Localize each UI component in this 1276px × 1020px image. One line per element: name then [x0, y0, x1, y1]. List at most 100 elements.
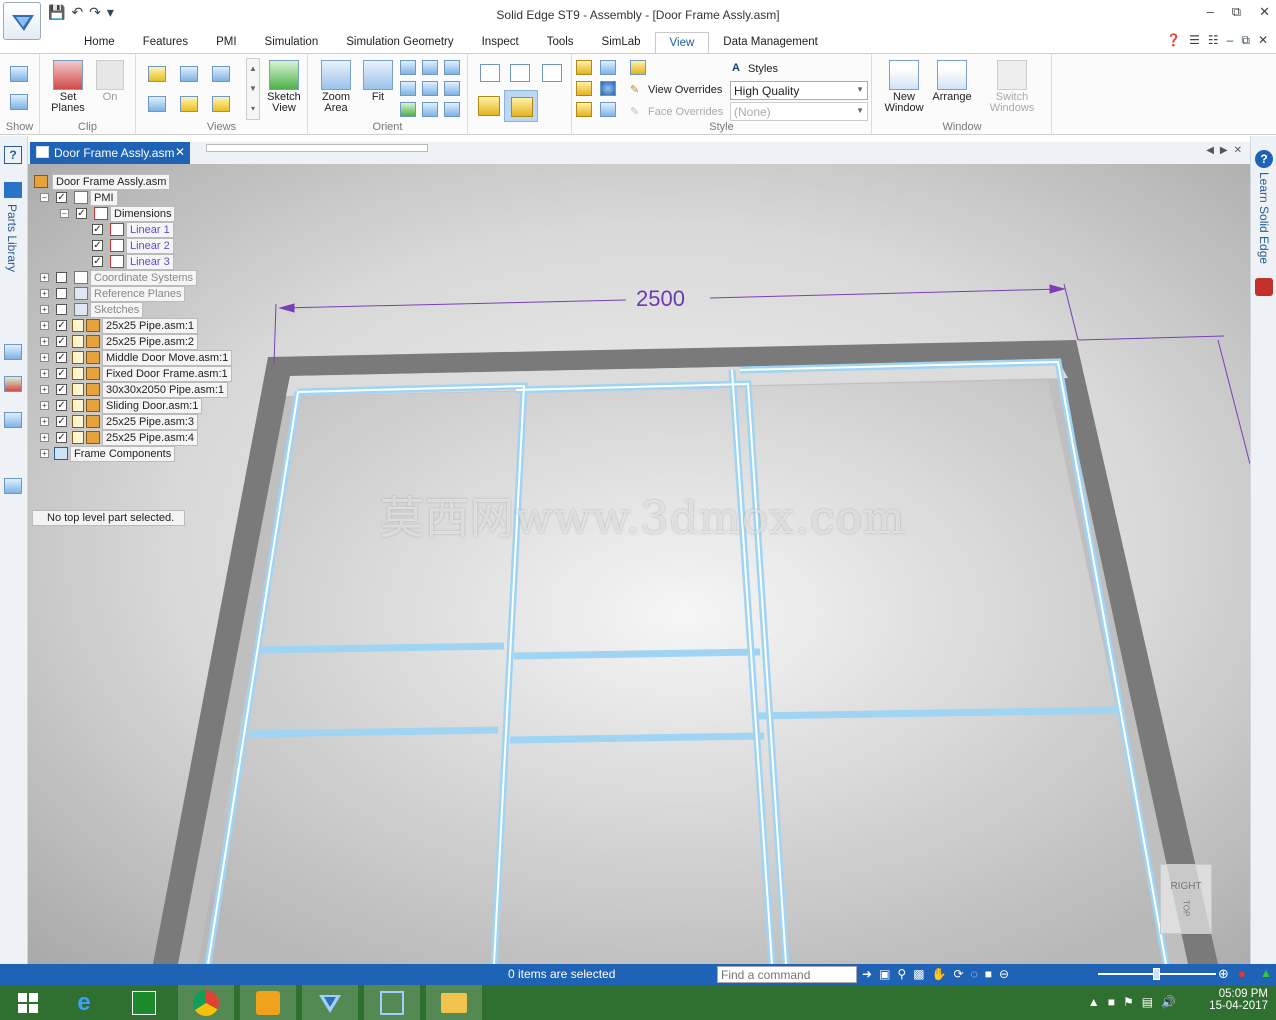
fit-button[interactable]: Fit	[360, 60, 396, 103]
show-panel-icon[interactable]	[10, 94, 28, 110]
snipping-tool-button[interactable]	[364, 985, 420, 1020]
part-checkbox[interactable]: ✓	[56, 416, 67, 427]
linear2-checkbox[interactable]: ✓	[92, 240, 103, 251]
help-icon[interactable]: ❓	[1166, 33, 1181, 48]
doc-restore-icon[interactable]: ⧉	[1241, 33, 1250, 48]
view-5-icon[interactable]	[180, 96, 198, 112]
zoom-icon[interactable]: ⚲	[897, 967, 906, 981]
tab-inspect[interactable]: Inspect	[468, 32, 533, 54]
linear1-checkbox[interactable]: ✓	[92, 224, 103, 235]
shading-icon[interactable]	[576, 60, 592, 75]
linear3-checkbox[interactable]: ✓	[92, 256, 103, 267]
groups-icon[interactable]	[4, 412, 22, 428]
part-checkbox[interactable]: ✓	[56, 384, 67, 395]
tab-features[interactable]: Features	[129, 32, 202, 54]
tab-pmi[interactable]: PMI	[202, 32, 250, 54]
reference-planes-checkbox[interactable]	[56, 288, 67, 299]
tab-simulation-geometry[interactable]: Simulation Geometry	[332, 32, 467, 54]
chrome-button[interactable]	[178, 985, 234, 1020]
doc-close-icon[interactable]: ✕	[1258, 33, 1268, 48]
record-icon[interactable]: ●	[1238, 966, 1246, 981]
face-overrides-select[interactable]: (None) ▼	[730, 102, 868, 121]
zoom-area-button[interactable]: Zoom Area	[316, 60, 356, 114]
part-checkbox[interactable]: ✓	[56, 352, 67, 363]
volume-icon[interactable]: 🔊	[1161, 995, 1176, 1009]
tab-view[interactable]: View	[654, 32, 710, 54]
store-button[interactable]	[116, 985, 172, 1020]
expand-icon[interactable]: +	[40, 433, 49, 442]
expand-icon[interactable]: +	[40, 337, 49, 346]
document-tab[interactable]: Door Frame Assly.asm ✕	[30, 142, 190, 164]
expand-icon[interactable]: +	[40, 273, 49, 282]
sketch-view-button[interactable]: Sketch View	[264, 60, 304, 114]
view-6-icon[interactable]	[212, 96, 230, 112]
view-2-icon[interactable]	[180, 66, 198, 82]
tab-simlab[interactable]: SimLab	[588, 32, 655, 54]
clock[interactable]: 05:09 PM 15-04-2017	[1209, 988, 1268, 1012]
sketches-checkbox[interactable]	[56, 304, 67, 315]
switch-windows-button[interactable]: Switch Windows	[980, 60, 1044, 114]
expand-icon[interactable]: +	[40, 449, 49, 458]
dimensions-checkbox[interactable]: ✓	[76, 208, 87, 219]
minus-icon[interactable]: ⊖	[999, 967, 1009, 981]
zoom-icon[interactable]	[400, 60, 416, 75]
common-views-icon[interactable]	[444, 102, 460, 117]
tab-next-icon[interactable]: ▶	[1220, 145, 1228, 156]
graphics-window[interactable]: 2500 莫西网www.3dmox.com Door Frame Assly.a…	[28, 164, 1250, 964]
viewcube-top-face[interactable]: TOP	[1182, 900, 1191, 916]
tab-scroll-track[interactable]	[206, 144, 428, 152]
parts-library-tab[interactable]: Parts Library	[5, 204, 19, 272]
expand-icon[interactable]: +	[40, 353, 49, 362]
expand-icon[interactable]: +	[40, 305, 49, 314]
expand-icon[interactable]: +	[40, 289, 49, 298]
globe-icon[interactable]	[600, 81, 616, 96]
parts-library-icon[interactable]	[4, 182, 22, 198]
tab-tools[interactable]: Tools	[533, 32, 588, 54]
view-overrides-select[interactable]: High Quality ▼	[730, 81, 868, 100]
look-at-icon[interactable]	[422, 102, 438, 117]
minimize-icon[interactable]: –	[1207, 4, 1214, 20]
pmi-checkbox[interactable]: ✓	[56, 192, 67, 203]
layout-alt-icon[interactable]: ☷	[1208, 33, 1219, 48]
network-icon[interactable]: ▤	[1142, 995, 1153, 1009]
learn-help-icon[interactable]: ?	[1255, 150, 1273, 168]
solid-edge-taskbar-button[interactable]	[302, 985, 358, 1020]
show-hidden-icons-icon[interactable]: ▲	[1088, 995, 1100, 1009]
part-checkbox[interactable]: ✓	[56, 400, 67, 411]
expand-icon[interactable]: +	[40, 321, 49, 330]
show-all-icon[interactable]	[10, 66, 28, 82]
layout-icon[interactable]: ☰	[1189, 33, 1200, 48]
clip-on-button[interactable]: On	[92, 60, 128, 103]
expand-icon[interactable]: +	[40, 385, 49, 394]
coordinate-systems-checkbox[interactable]	[56, 272, 67, 283]
viewcube-right-face[interactable]: RIGHT	[1161, 881, 1211, 892]
view-1-icon[interactable]	[148, 66, 166, 82]
pan-icon[interactable]: ✋	[932, 967, 947, 981]
view-cube[interactable]: RIGHT TOP	[1160, 864, 1212, 934]
tab-prev-icon[interactable]: ◀	[1206, 145, 1214, 156]
expand-icon[interactable]: +	[40, 369, 49, 378]
tab-home[interactable]: Home	[70, 32, 129, 54]
tab-data-management[interactable]: Data Management	[709, 32, 832, 54]
background-icon[interactable]	[630, 60, 646, 75]
zoom-area-icon[interactable]: ▣	[879, 967, 890, 981]
wireframe-icon[interactable]	[480, 64, 500, 82]
file-explorer-button[interactable]	[426, 985, 482, 1020]
upload-icon[interactable]: ▲	[1260, 966, 1272, 980]
close-tab-icon[interactable]: ✕	[175, 145, 185, 159]
fit-icon[interactable]: ▩	[913, 967, 924, 981]
outlook-button[interactable]	[240, 985, 296, 1020]
internet-explorer-button[interactable]: e	[56, 985, 112, 1020]
reflective-icon[interactable]	[576, 81, 592, 96]
assembly-pathfinder-icon[interactable]	[4, 344, 22, 360]
flag-icon[interactable]: ⚑	[1123, 995, 1134, 1009]
part-checkbox[interactable]: ✓	[56, 320, 67, 331]
tab-simulation[interactable]: Simulation	[251, 32, 333, 54]
plus-icon[interactable]: ⊕	[1218, 966, 1229, 982]
zoom-slider-thumb[interactable]	[1153, 968, 1160, 980]
tab-close-all-icon[interactable]: ✕	[1234, 145, 1242, 156]
set-planes-button[interactable]: Set Planes	[48, 60, 88, 114]
close-icon[interactable]: ✕	[1259, 4, 1270, 20]
part-checkbox[interactable]: ✓	[56, 336, 67, 347]
views-gallery-scroll[interactable]: ▲ ▼ ▾	[246, 58, 260, 120]
